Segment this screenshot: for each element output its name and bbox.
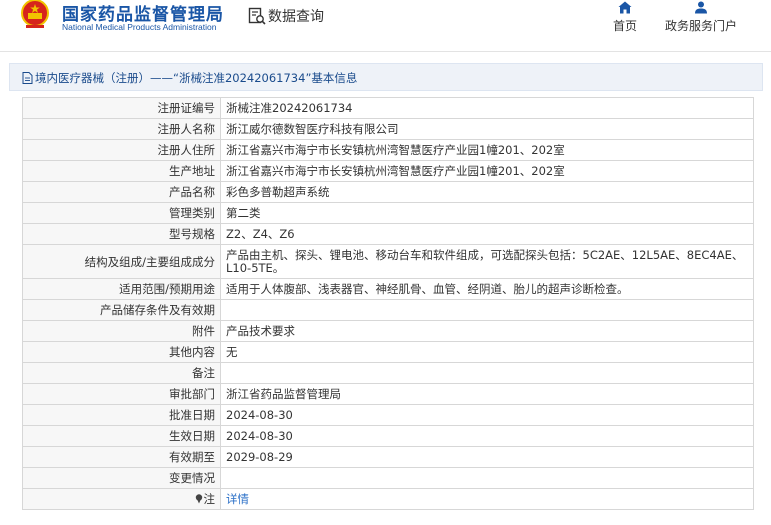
table-row: 有效期至 2029-08-29 — [22, 446, 754, 468]
nav-portal-label: 政务服务门户 — [664, 19, 737, 33]
table-row: 变更情况 — [22, 467, 754, 489]
table-row: 其他内容无 — [22, 341, 754, 363]
data-query-label: 数据查询 — [268, 9, 324, 25]
row-value: 第二类 — [220, 202, 754, 224]
table-row: 生效日期 2024-08-30 — [22, 425, 754, 447]
breadcrumb-text: 境内医疗器械（注册）——“浙械注准20242061734”基本信息 — [35, 71, 358, 85]
row-label: 产品储存条件及有效期 — [22, 299, 221, 321]
row-label: 管理类别 — [22, 202, 221, 224]
row-label: 结构及组成/主要组成成分 — [22, 244, 221, 279]
site-header: 国家药品监督管理局 National Medical Products Admi… — [0, 0, 771, 52]
table-row: 结构及组成/主要组成成分 产品由主机、探头、锂电池、移动台车和软件组成，可选配探头… — [22, 244, 754, 279]
row-label: 批准日期 — [22, 404, 221, 426]
row-value: 浙江省嘉兴市海宁市长安镇杭州湾智慧医疗产业园1幢201、202室 — [220, 139, 754, 161]
row-label: 生产地址 — [22, 160, 221, 182]
row-label: 生效日期 — [22, 425, 221, 447]
table-row: 适用范围/预期用途 适用于人体腹部、浅表器官、神经肌骨、血管、经阴道、胎儿的超声诊… — [22, 278, 754, 300]
row-value: 2024-08-30 — [220, 404, 754, 426]
table-row: 注册人名称 浙江威尔德数智医疗科技有限公司 — [22, 118, 754, 140]
table-row: 备注 — [22, 362, 754, 384]
row-value: 浙江省嘉兴市海宁市长安镇杭州湾智慧医疗产业园1幢201、202室 — [220, 160, 754, 182]
row-label: 产品名称 — [22, 181, 221, 203]
row-value — [220, 467, 754, 489]
row-value: 无 — [220, 341, 754, 363]
table-row: 生产地址 浙江省嘉兴市海宁市长安镇杭州湾智慧医疗产业园1幢201、202室 — [22, 160, 754, 182]
row-label: 其他内容 — [22, 341, 221, 363]
table-row: 型号规格 Z2、Z4、Z6 — [22, 223, 754, 245]
table-row: 产品名称 彩色多普勒超声系统 — [22, 181, 754, 203]
home-icon — [618, 1, 632, 14]
table-row: 审批部门 浙江省药品监督管理局 — [22, 383, 754, 405]
row-label-note: 注 — [22, 488, 221, 510]
row-label: 注册人住所 — [22, 139, 221, 161]
row-label: 注册人名称 — [22, 118, 221, 140]
pin-icon — [195, 494, 202, 504]
table-row: 管理类别 第二类 — [22, 202, 754, 224]
document-icon — [22, 72, 33, 84]
row-label: 变更情况 — [22, 467, 221, 489]
document-search-icon — [248, 7, 266, 25]
row-value: 彩色多普勒超声系统 — [220, 181, 754, 203]
row-label: 注册证编号 — [22, 97, 221, 119]
table-row: 附件 产品技术要求 — [22, 320, 754, 342]
nav-home[interactable]: 首页 — [606, 1, 644, 34]
header-divider — [0, 51, 771, 52]
table-row: 注册证编号 浙械注准20242061734 — [22, 97, 754, 119]
nav-home-label: 首页 — [612, 19, 637, 33]
row-value — [220, 299, 754, 321]
row-value: 产品由主机、探头、锂电池、移动台车和软件组成，可选配探头包括：5C2AE、12L… — [220, 244, 754, 279]
national-emblem-icon — [21, 0, 49, 28]
row-value: Z2、Z4、Z6 — [220, 223, 754, 245]
row-value: 2029-08-29 — [220, 446, 754, 468]
breadcrumb-bar: 境内医疗器械（注册）——“浙械注准20242061734”基本信息 — [9, 63, 763, 91]
row-label: 审批部门 — [22, 383, 221, 405]
table-row: 批准日期 2024-08-30 — [22, 404, 754, 426]
row-label: 备注 — [22, 362, 221, 384]
breadcrumb: 境内医疗器械（注册）——“浙械注准20242061734”基本信息 — [22, 70, 357, 86]
row-value — [220, 362, 754, 384]
table-row: 产品储存条件及有效期 — [22, 299, 754, 321]
note-label: 注 — [203, 492, 216, 506]
data-query-link[interactable]: 数据查询 — [248, 6, 324, 26]
row-value: 详情 — [220, 488, 754, 510]
row-label: 有效期至 — [22, 446, 221, 468]
row-value: 浙江威尔德数智医疗科技有限公司 — [220, 118, 754, 140]
row-value: 产品技术要求 — [220, 320, 754, 342]
nav-gov-service-portal[interactable]: 政务服务门户 — [660, 1, 742, 34]
user-icon — [695, 1, 707, 14]
row-label: 附件 — [22, 320, 221, 342]
row-value: 浙江省药品监督管理局 — [220, 383, 754, 405]
details-link[interactable]: 详情 — [226, 492, 249, 506]
row-value: 2024-08-30 — [220, 425, 754, 447]
table-row: 注册人住所 浙江省嘉兴市海宁市长安镇杭州湾智慧医疗产业园1幢201、202室 — [22, 139, 754, 161]
row-label: 适用范围/预期用途 — [22, 278, 221, 300]
table-row: 注 详情 — [22, 488, 754, 510]
row-label: 型号规格 — [22, 223, 221, 245]
brand-subtitle: National Medical Products Administration — [62, 22, 217, 32]
row-value: 浙械注准20242061734 — [220, 97, 754, 119]
basic-info-table: 注册证编号 浙械注准20242061734 注册人名称 浙江威尔德数智医疗科技有限公… — [22, 97, 754, 510]
row-value: 适用于人体腹部、浅表器官、神经肌骨、血管、经阴道、胎儿的超声诊断检查。 — [220, 278, 754, 300]
